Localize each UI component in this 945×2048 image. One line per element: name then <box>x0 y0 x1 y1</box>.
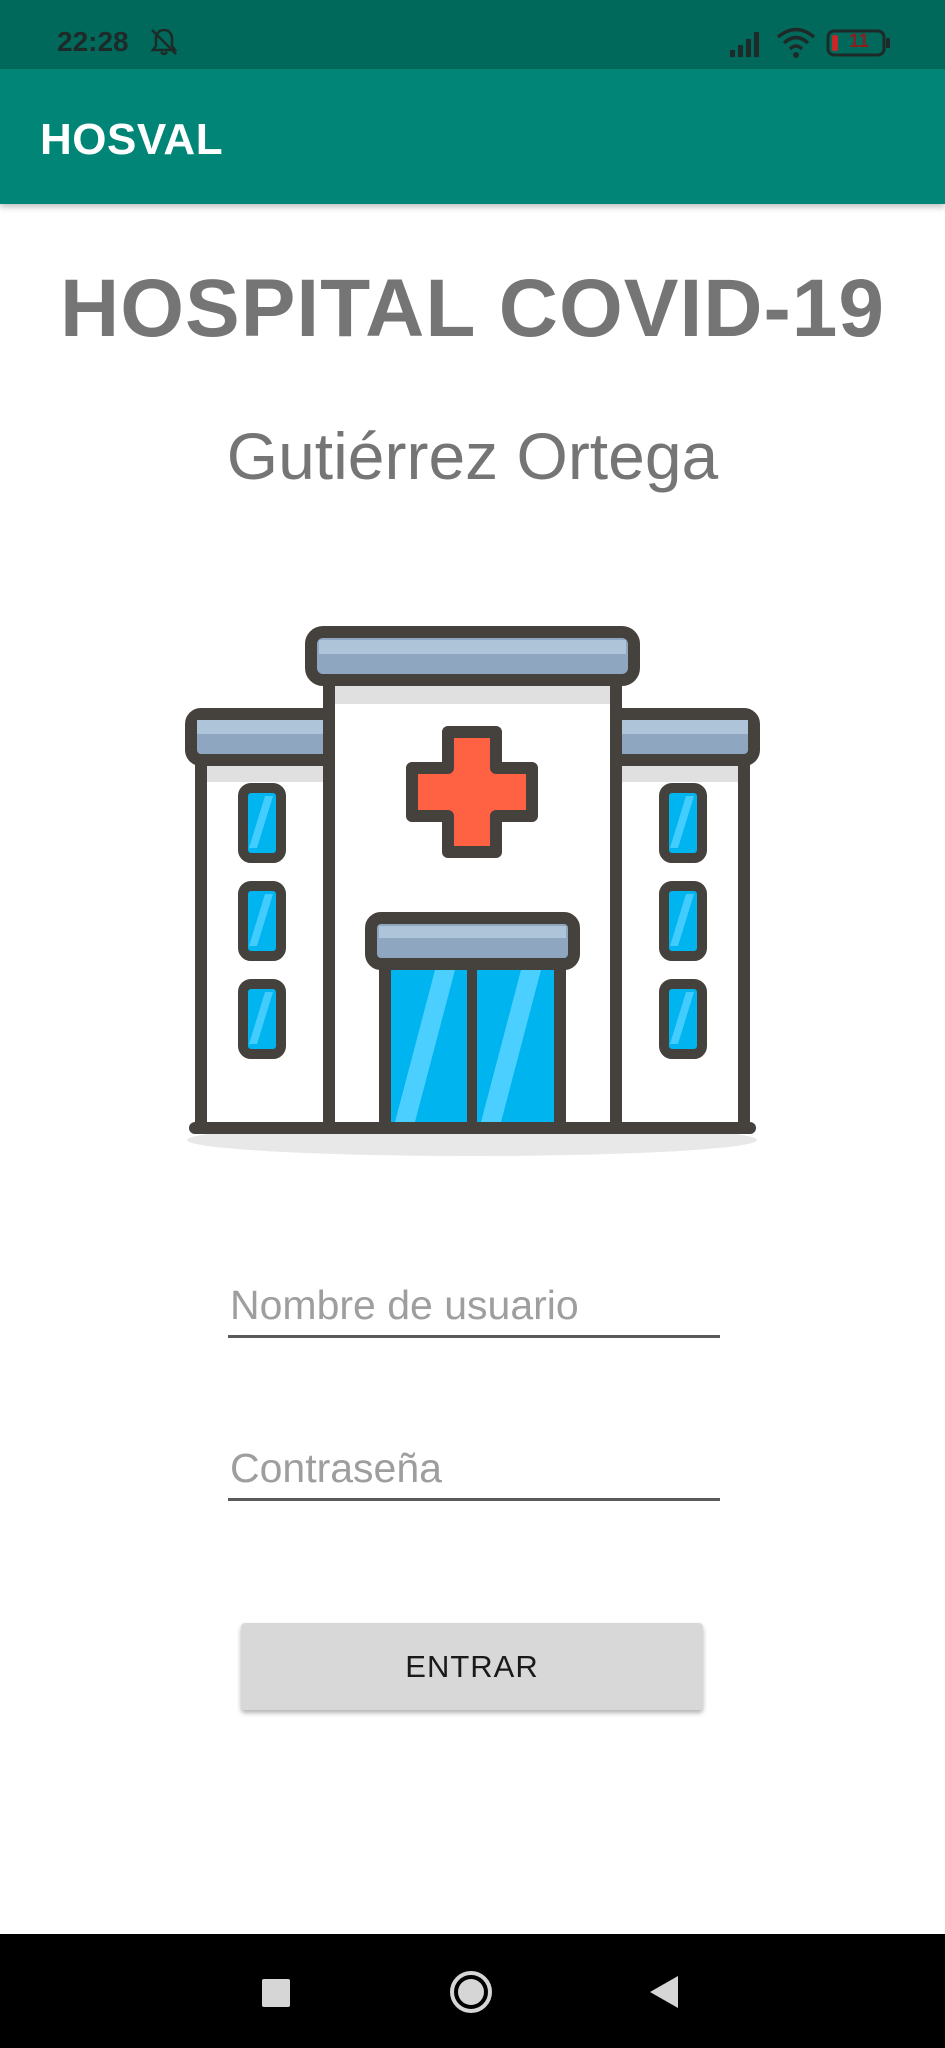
app-bar: HOSVAL <box>0 69 945 204</box>
hospital-subtitle: Gutiérrez Ortega <box>226 419 719 493</box>
login-button[interactable]: ENTRAR <box>241 1623 703 1710</box>
app-title: HOSVAL <box>40 115 224 164</box>
bell-off-icon <box>150 28 178 56</box>
password-input[interactable] <box>228 1438 720 1501</box>
signal-icon <box>730 32 759 57</box>
hospital-title: HOSPITAL COVID-19 <box>60 263 885 354</box>
recent-apps-icon[interactable] <box>262 1979 290 2007</box>
hospital-icon <box>185 626 760 1156</box>
status-time: 22:28 <box>57 26 129 57</box>
status-bar: 22:28 11 <box>0 0 945 69</box>
wifi-icon <box>776 27 816 58</box>
home-icon[interactable] <box>448 1969 494 2015</box>
back-icon[interactable] <box>648 1974 680 2010</box>
username-input[interactable] <box>228 1275 720 1338</box>
battery-level: 11 <box>848 31 870 52</box>
